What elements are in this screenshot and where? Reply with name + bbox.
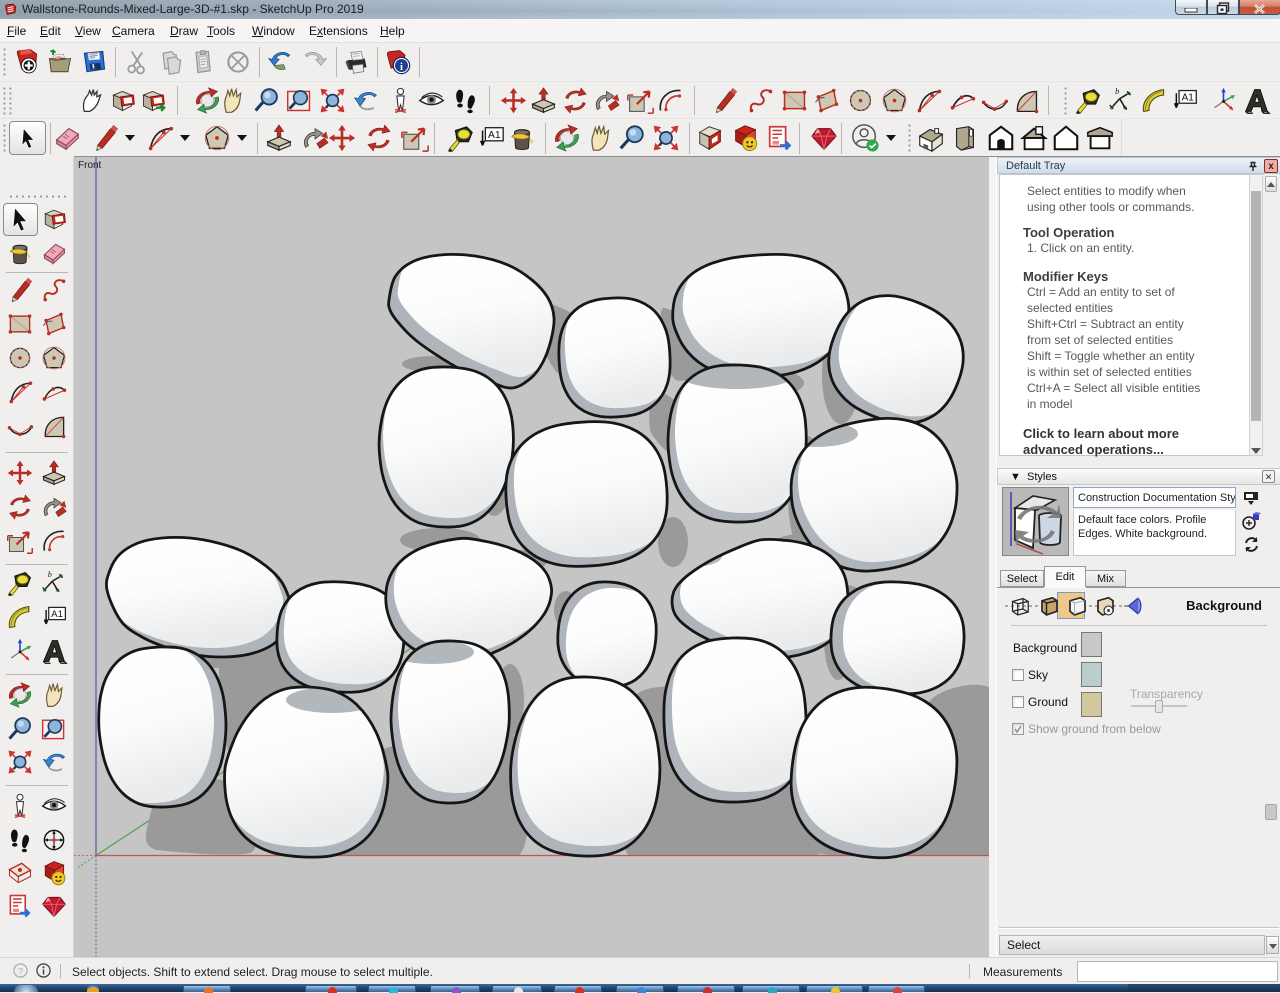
svg-text:?: ? — [18, 966, 23, 976]
svg-text:Front: Front — [78, 160, 102, 171]
